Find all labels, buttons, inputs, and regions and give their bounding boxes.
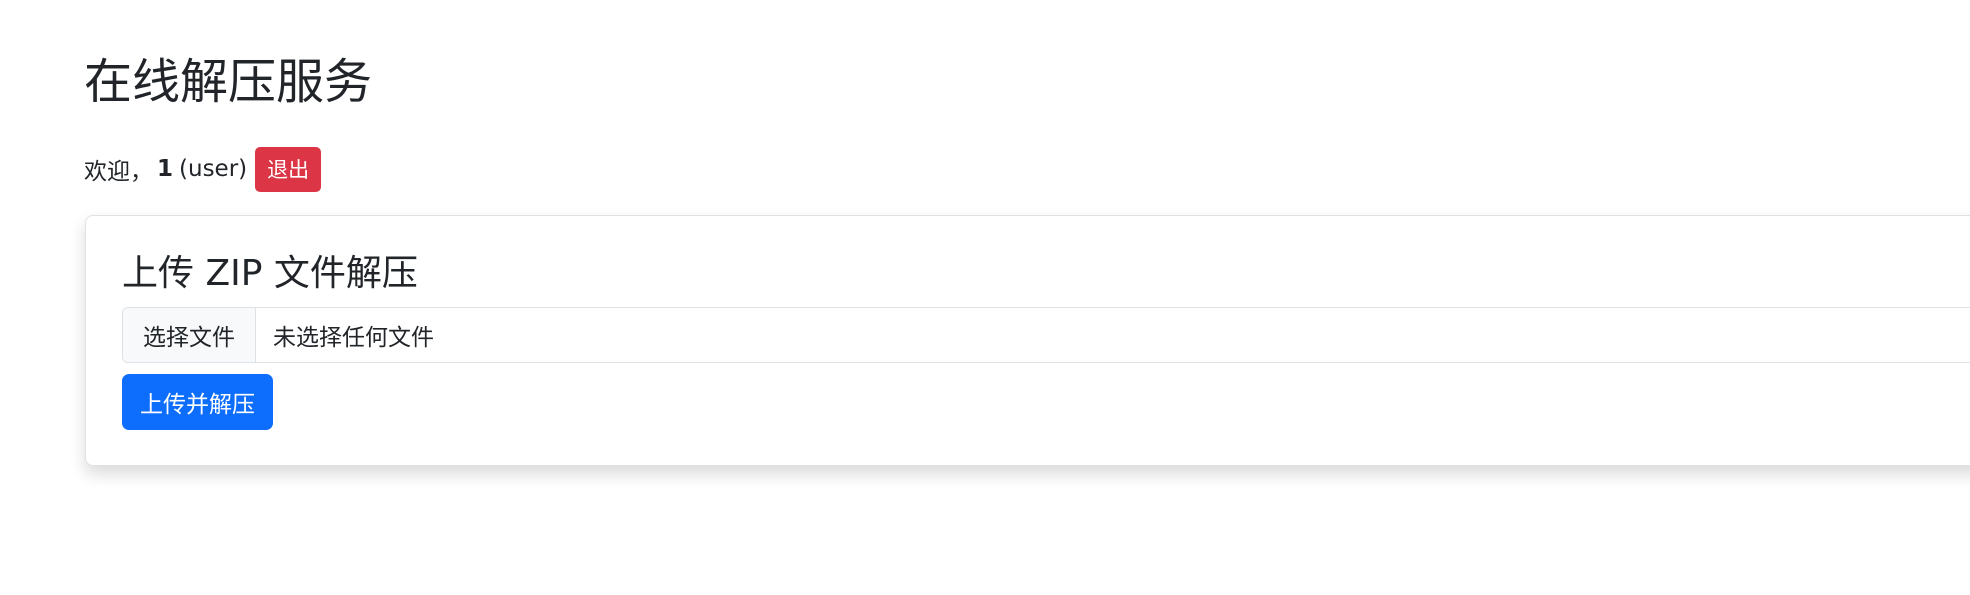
upload-card: 上传 ZIP 文件解压 选择文件 未选择任何文件 上传并解压 [85, 215, 1970, 466]
card-title: 上传 ZIP 文件解压 [122, 253, 418, 294]
page: 在线解压服务 欢迎， 1 (user) 退出 上传 ZIP 文件解压 选择文件 … [0, 0, 1970, 595]
user-role: (user) [179, 156, 248, 182]
username: 1 [157, 156, 174, 182]
choose-file-button[interactable]: 选择文件 [123, 308, 256, 362]
logout-button[interactable]: 退出 [255, 146, 322, 192]
page-title: 在线解压服务 [84, 54, 373, 110]
welcome-greeting: 欢迎， [84, 159, 153, 185]
upload-extract-button[interactable]: 上传并解压 [122, 374, 273, 430]
welcome-line: 欢迎， 1 (user) 退出 [84, 146, 322, 192]
file-input[interactable]: 选择文件 未选择任何文件 [122, 307, 1970, 363]
file-name-display[interactable]: 未选择任何文件 [256, 308, 1970, 362]
